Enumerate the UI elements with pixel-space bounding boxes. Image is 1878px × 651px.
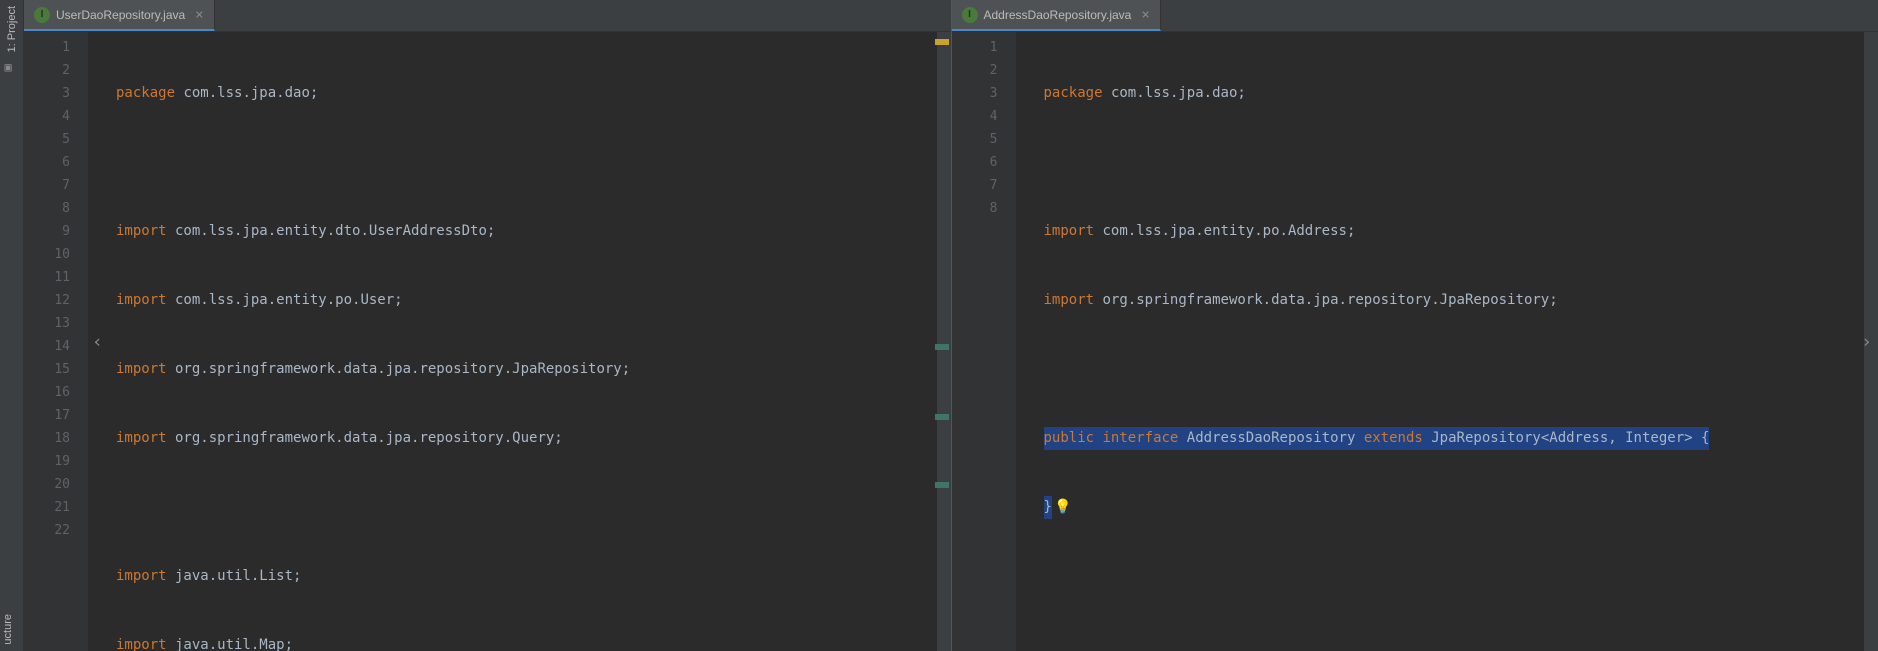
editor-pane-right: AddressDaoRepository.java × › 1 2 3 4 5 … bbox=[952, 0, 1878, 651]
chevron-left-icon[interactable]: ‹ bbox=[92, 331, 103, 352]
gutter-left[interactable]: 1 2 3 4 5 6 7 8 9 10 11 12 13 14 15 16 1… bbox=[24, 32, 88, 651]
diff-marker[interactable] bbox=[935, 482, 949, 488]
code-area-right[interactable]: package com.lss.jpa.dao; import com.lss.… bbox=[1016, 32, 1878, 651]
tab-label: AddressDaoRepository.java bbox=[984, 8, 1132, 22]
editor-pane-left: UserDaoRepository.java × ‹ 1 2 3 4 5 6 7… bbox=[24, 0, 952, 651]
editor-tabs-right: AddressDaoRepository.java × bbox=[952, 0, 1878, 32]
code-area-left[interactable]: package com.lss.jpa.dao; import com.lss.… bbox=[88, 32, 951, 651]
lightbulb-icon[interactable]: 💡 bbox=[1054, 496, 1071, 519]
editor-tabs-left: UserDaoRepository.java × bbox=[24, 0, 951, 32]
tab-userdao[interactable]: UserDaoRepository.java × bbox=[24, 0, 215, 31]
structure-tool-button[interactable]: ucture bbox=[0, 608, 16, 651]
tool-window-bar-left: 1: Project ▣ ucture bbox=[0, 0, 24, 651]
folder-icon: ▣ bbox=[5, 60, 19, 72]
diff-marker[interactable] bbox=[935, 344, 949, 350]
chevron-right-icon[interactable]: › bbox=[1861, 331, 1872, 352]
editor-splitter: UserDaoRepository.java × ‹ 1 2 3 4 5 6 7… bbox=[24, 0, 1878, 651]
scrollbar-left[interactable] bbox=[937, 32, 951, 651]
close-icon[interactable]: × bbox=[195, 7, 203, 23]
close-icon[interactable]: × bbox=[1141, 7, 1149, 23]
status-marker bbox=[935, 39, 949, 45]
diff-marker[interactable] bbox=[935, 414, 949, 420]
tab-addressdao[interactable]: AddressDaoRepository.java × bbox=[952, 0, 1161, 31]
tab-label: UserDaoRepository.java bbox=[56, 8, 185, 22]
interface-icon bbox=[962, 7, 978, 23]
code-editor-right[interactable]: › 1 2 3 4 5 6 7 8 package com.lss.jpa.da… bbox=[952, 32, 1878, 651]
code-editor-left[interactable]: ‹ 1 2 3 4 5 6 7 8 9 10 11 12 13 14 15 16… bbox=[24, 32, 951, 651]
project-tool-button[interactable]: 1: Project bbox=[6, 6, 18, 52]
interface-icon bbox=[34, 7, 50, 23]
gutter-right[interactable]: 1 2 3 4 5 6 7 8 bbox=[952, 32, 1016, 651]
